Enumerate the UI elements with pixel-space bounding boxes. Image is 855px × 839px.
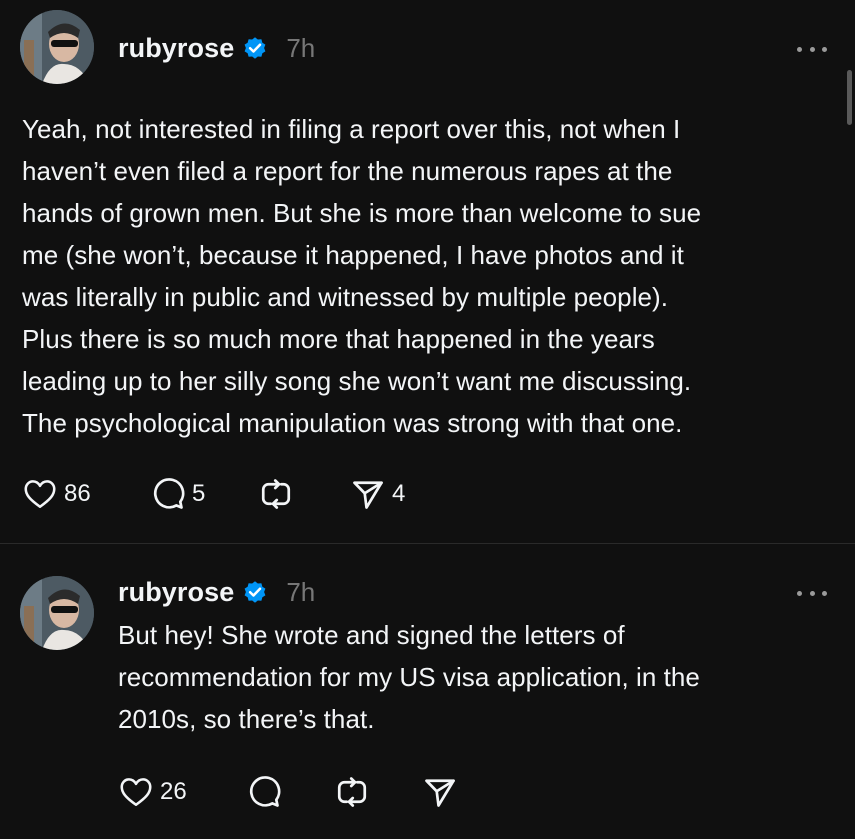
reply-count: 5 (192, 480, 206, 507)
post-timestamp: 7h (286, 576, 316, 607)
repost-button[interactable] (258, 474, 350, 514)
heart-icon (24, 480, 56, 509)
share-button[interactable]: 4 (350, 474, 405, 514)
like-button[interactable]: 86 (22, 474, 150, 514)
avatar[interactable] (20, 10, 94, 84)
comment-icon (153, 478, 185, 509)
post-actions: 86 5 4 (22, 474, 405, 514)
post-timestamp: 7h (286, 32, 316, 63)
reply-button[interactable]: 5 (150, 474, 258, 514)
reply-button[interactable] (246, 772, 334, 812)
share-button[interactable] (422, 772, 464, 812)
verified-badge-icon (244, 37, 266, 59)
username[interactable]: rubyrose (118, 33, 234, 64)
username[interactable]: rubyrose (118, 577, 234, 608)
repost-icon (337, 777, 367, 807)
post: rubyrose 7h Yeah, not interested in fili… (0, 0, 855, 540)
post-text: Yeah, not interested in filing a report … (22, 114, 702, 438)
post: rubyrose 7h But hey! She wrote and signe… (0, 548, 855, 839)
share-count: 4 (392, 480, 406, 507)
send-icon (353, 481, 383, 509)
like-count: 86 (64, 480, 91, 507)
like-button[interactable]: 26 (118, 772, 246, 812)
repost-button[interactable] (334, 772, 422, 812)
threads-feed: rubyrose 7h Yeah, not interested in fili… (0, 0, 855, 839)
comment-icon (249, 776, 281, 807)
avatar[interactable] (20, 576, 94, 650)
more-options-icon[interactable] (797, 588, 827, 598)
heart-icon (120, 778, 152, 807)
like-count: 26 (160, 778, 187, 805)
post-text: But hey! She wrote and signed the letter… (118, 620, 700, 734)
verified-badge-icon (244, 581, 266, 603)
post-header: rubyrose 7h (118, 28, 315, 68)
send-icon (425, 779, 455, 807)
post-divider (0, 543, 855, 544)
repost-icon (261, 479, 291, 509)
post-actions: 26 (118, 772, 464, 812)
more-options-icon[interactable] (797, 44, 827, 54)
post-header: rubyrose 7h (118, 572, 315, 612)
